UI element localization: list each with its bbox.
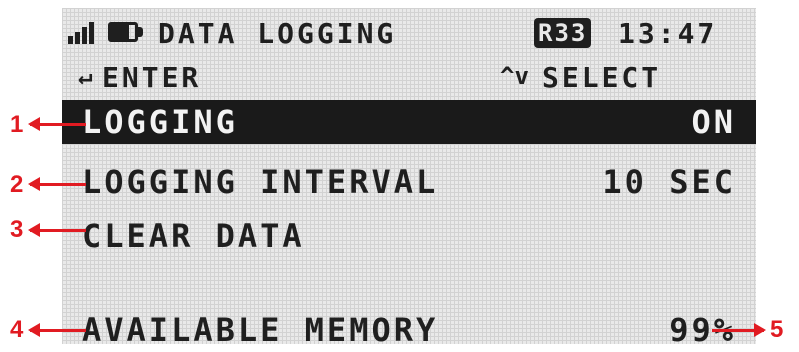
enter-icon: ↵ bbox=[78, 62, 96, 90]
callout-arrow bbox=[28, 223, 86, 237]
callout-arrow bbox=[712, 323, 766, 337]
callout-5: 5 bbox=[770, 316, 784, 343]
up-down-arrows-icon: ^v bbox=[500, 62, 529, 90]
menu-item-label: AVAILABLE MEMORY bbox=[82, 311, 439, 349]
menu-item-logging-interval[interactable]: LOGGING INTERVAL 10 SEC bbox=[62, 160, 756, 204]
callout-1: 1 bbox=[10, 111, 24, 138]
menu-item-available-memory: AVAILABLE MEMORY 99% bbox=[62, 308, 756, 352]
enter-hint-label: ENTER bbox=[102, 61, 202, 94]
menu-item-label: LOGGING INTERVAL bbox=[82, 163, 439, 201]
screen-title: DATA LOGGING bbox=[158, 17, 397, 50]
menu-item-value: 10 SEC bbox=[602, 163, 736, 201]
menu-item-logging[interactable]: LOGGING ON bbox=[62, 100, 756, 144]
select-hint-label: SELECT bbox=[542, 61, 662, 94]
signal-bars-icon bbox=[68, 20, 100, 44]
status-badge: R33 bbox=[534, 18, 592, 48]
menu-item-clear-data[interactable]: CLEAR DATA bbox=[62, 214, 756, 258]
clock: 13:47 bbox=[618, 17, 718, 50]
callout-arrow bbox=[28, 117, 86, 131]
key-hints: ↵ ENTER ^v SELECT bbox=[62, 62, 756, 92]
callout-4: 4 bbox=[10, 316, 24, 343]
callout-arrow bbox=[28, 323, 86, 337]
callout-arrow bbox=[28, 177, 86, 191]
battery-icon bbox=[108, 22, 144, 42]
menu-item-label: CLEAR DATA bbox=[82, 217, 305, 255]
lcd-screen: DATA LOGGING R33 13:47 ↵ ENTER ^v SELECT… bbox=[62, 8, 756, 346]
menu-item-label: LOGGING bbox=[82, 103, 238, 141]
callout-3: 3 bbox=[10, 216, 24, 243]
status-bar: DATA LOGGING R33 13:47 bbox=[62, 12, 756, 48]
callout-2: 2 bbox=[10, 171, 24, 198]
menu-item-value: ON bbox=[691, 103, 736, 141]
